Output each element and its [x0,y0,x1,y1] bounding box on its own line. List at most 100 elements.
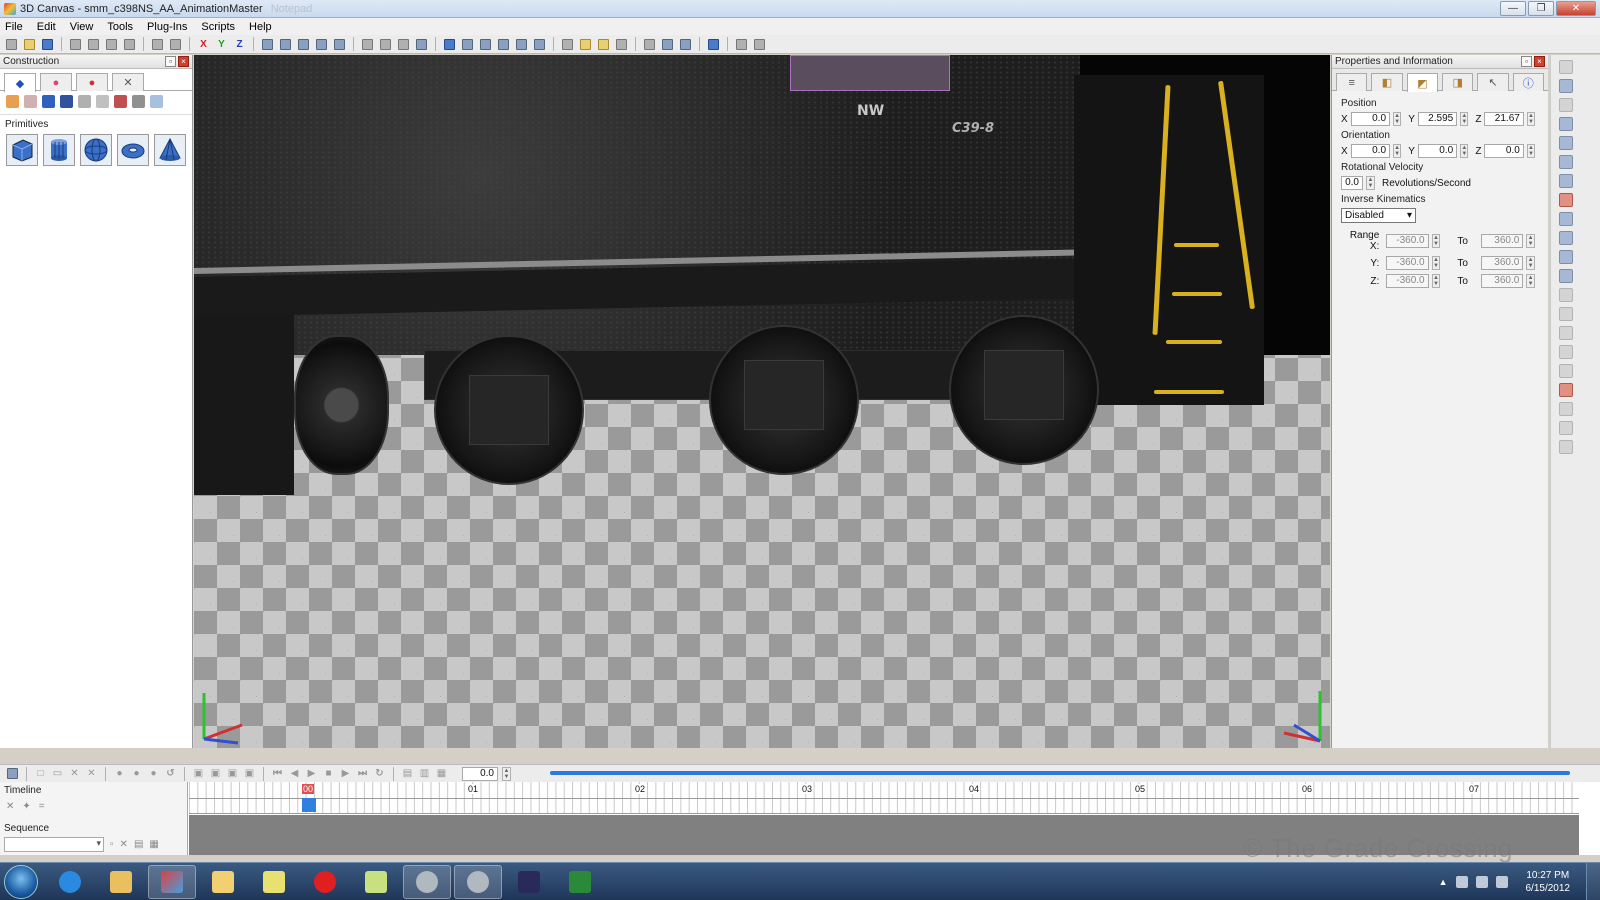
tab-colors[interactable]: ● [40,73,72,91]
zoom-in-icon[interactable] [296,37,311,52]
zoom-window-icon[interactable] [332,37,347,52]
tray-expand-icon[interactable]: ▲ [1439,877,1448,887]
eraser-icon[interactable] [1559,193,1573,207]
menu-plugins[interactable]: Plug-Ins [147,21,187,33]
time-input[interactable]: 0.0 [462,766,498,781]
position-y-input[interactable]: 2.595 [1417,112,1458,126]
close-button[interactable]: ✕ [1556,1,1596,16]
torus-primitive-icon[interactable] [117,134,149,166]
record-icon[interactable]: ▣ [226,766,239,781]
loop-icon[interactable]: ↺ [164,766,177,781]
range-y-min-input[interactable]: -360.0 [1386,256,1429,270]
clear-keys-icon[interactable]: ✕ [6,801,14,812]
pin-icon[interactable] [614,37,629,52]
taskbar-ie[interactable] [46,865,94,899]
panel-restore-icon[interactable]: ▫ [1521,56,1532,67]
zoom-fit-icon[interactable] [260,37,275,52]
tab-position[interactable]: ◩ [1406,73,1438,92]
multi-view-icon[interactable] [678,37,693,52]
maximize-button[interactable]: ❐ [1528,1,1554,16]
merge-icon[interactable] [1559,402,1573,416]
taskbar-app7[interactable] [352,865,400,899]
key-dot-icon[interactable]: ● [113,766,126,781]
panel-close-icon[interactable]: × [178,56,189,67]
step-back-icon[interactable]: ◀ [288,766,301,781]
add-key-icon[interactable]: ✦ [22,801,30,812]
delete-all-keys-icon[interactable]: ✕ [85,766,98,781]
window-icon[interactable] [706,37,721,52]
copy-icon[interactable] [86,37,101,52]
select-object-icon[interactable] [442,37,457,52]
split-icon[interactable] [1559,421,1573,435]
rotational-velocity-spinner[interactable]: ▲ ▼ [1366,176,1375,190]
tab-construction[interactable]: ◆ [4,73,36,92]
cone-primitive-icon[interactable] [154,134,186,166]
range-x-max-spinner[interactable]: ▲ ▼ [1526,234,1535,248]
tab-material[interactable]: ◨ [1441,73,1474,91]
new-file-icon[interactable] [4,37,19,52]
orientation-x-input[interactable]: 0.0 [1350,144,1391,158]
joint-icon[interactable] [1559,231,1573,245]
pointer-tool-icon[interactable] [1559,60,1573,74]
light-icon[interactable] [514,37,529,52]
position-y-spinner[interactable]: ▲ ▼ [1460,112,1469,126]
copy-sequence-icon[interactable]: ▤ [134,839,143,850]
settings-icon[interactable] [734,37,749,52]
bone-icon[interactable] [1559,250,1573,264]
orientation-y-input[interactable]: 0.0 [1417,144,1458,158]
range-z-min-input[interactable]: -360.0 [1386,274,1429,288]
export-icon[interactable] [1559,440,1573,454]
zoom-out-icon[interactable] [314,37,329,52]
single-view-icon[interactable] [642,37,657,52]
taskbar-app8[interactable] [403,864,451,899]
camera-icon[interactable] [496,37,511,52]
camera-icon[interactable] [60,95,73,108]
menu-help[interactable]: Help [249,21,272,33]
record-icon[interactable]: ▣ [209,766,222,781]
render-anim-icon[interactable]: ▥ [418,766,431,781]
range-x-min-input[interactable]: -360.0 [1386,234,1429,248]
record-icon[interactable]: ▣ [243,766,256,781]
light-bulb-icon[interactable] [96,95,109,108]
snap-icon[interactable] [414,37,429,52]
range-z-max-input[interactable]: 360.0 [1480,274,1524,288]
key-dot-icon[interactable]: ● [130,766,143,781]
range-x-max-input[interactable]: 360.0 [1480,234,1524,248]
axis-x-toggle[interactable]: X [196,37,211,52]
weld-icon[interactable] [1559,288,1573,302]
help-icon[interactable] [752,37,767,52]
axis-y-toggle[interactable]: Y [214,37,229,52]
scale-tool-icon[interactable] [1559,155,1573,169]
primitive-icon[interactable] [42,95,55,108]
eyedropper-icon[interactable] [1559,212,1573,226]
range-y-min-spinner[interactable]: ▲ ▼ [1431,256,1441,270]
taskbar-app9[interactable] [454,864,502,899]
taskbar-explorer[interactable] [97,865,145,899]
remove-icon[interactable] [1559,383,1573,397]
path-icon[interactable] [532,37,547,52]
volume-icon[interactable] [1495,876,1508,888]
position-x-spinner[interactable]: ▲ ▼ [1393,112,1402,126]
key-dot-icon[interactable]: ● [147,766,160,781]
hide-icon[interactable] [1559,307,1573,321]
paste-icon[interactable] [104,37,119,52]
tab-object[interactable]: ◧ [1371,73,1403,91]
grid-icon[interactable] [360,37,375,52]
save-icon[interactable] [40,37,55,52]
move-icon[interactable] [460,37,475,52]
menu-view[interactable]: View [70,21,94,33]
equal-keys-icon[interactable]: = [39,801,45,812]
tab-pointer[interactable]: ↖ [1477,73,1509,91]
tab-tools[interactable]: ✕ [112,73,144,91]
object-icon[interactable] [24,95,37,108]
show-desktop-button[interactable] [1586,863,1600,900]
position-x-input[interactable]: 0.0 [1350,112,1391,126]
taskbar-app10[interactable] [505,865,553,899]
repeat-icon[interactable]: ↻ [373,766,386,781]
3d-viewport[interactable]: NW C39-8 [194,55,1330,748]
range-z-max-spinner[interactable]: ▲ ▼ [1526,274,1535,288]
delete-key-icon[interactable]: ✕ [68,766,81,781]
gear-icon[interactable] [132,95,145,108]
paste-key-icon[interactable]: ▭ [51,766,64,781]
move-tool-icon[interactable] [1559,136,1573,150]
